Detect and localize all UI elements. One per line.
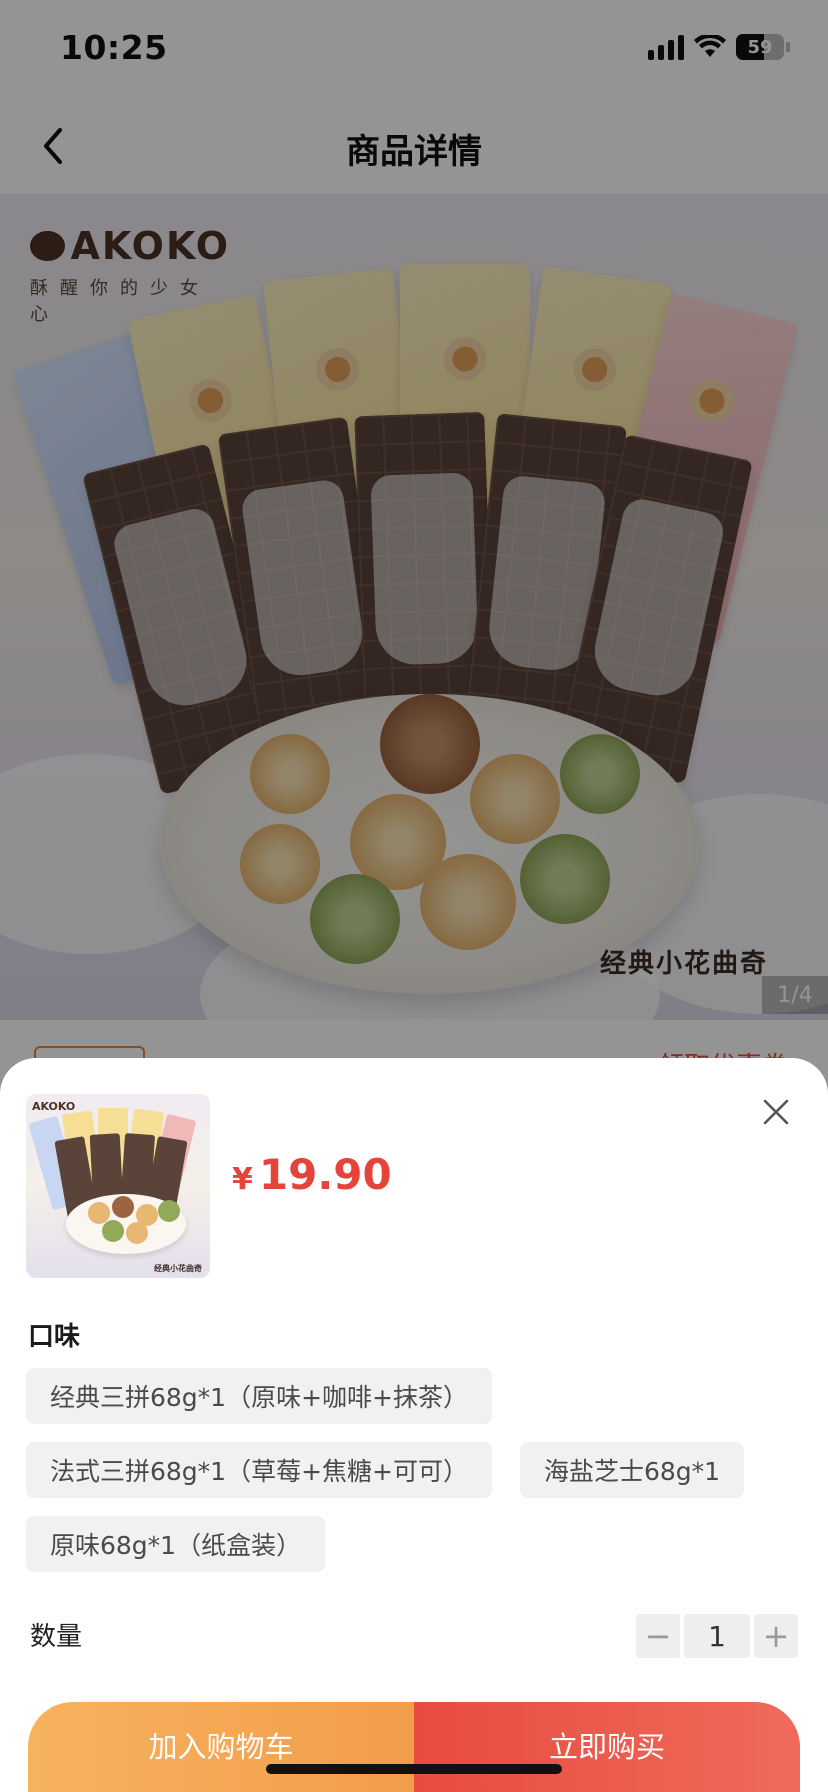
thumbnail-brand: AKOKO xyxy=(32,1100,76,1113)
sku-selection-sheet: AKOKO 经典小花曲奇 ¥ 19.90 口味 经典三拼68g*1（原味+咖啡+… xyxy=(0,1058,828,1792)
action-bar: 加入购物车 立即购买 xyxy=(28,1702,800,1792)
quantity-input[interactable]: 1 xyxy=(684,1614,750,1658)
home-indicator[interactable] xyxy=(266,1764,562,1774)
product-thumbnail: AKOKO 经典小花曲奇 xyxy=(26,1094,210,1278)
price-value: 19.90 xyxy=(258,1150,392,1199)
increase-button[interactable]: + xyxy=(754,1614,798,1658)
price: ¥ 19.90 xyxy=(232,1150,392,1199)
flavor-option[interactable]: 海盐芝士68g*1 xyxy=(520,1442,745,1498)
flavor-option[interactable]: 原味68g*1（纸盒装） xyxy=(26,1516,326,1572)
flavor-label: 口味 xyxy=(28,1322,81,1352)
thumbnail-caption: 经典小花曲奇 xyxy=(154,1264,202,1273)
currency-symbol: ¥ xyxy=(232,1162,253,1197)
product-detail-page: 10:25 59 商品详情 AKOKO 酥醒你的少女心 经典小花曲奇 1/4 A… xyxy=(0,0,828,1792)
flavor-option[interactable]: 经典三拼68g*1（原味+咖啡+抹茶） xyxy=(26,1368,492,1424)
close-icon xyxy=(763,1099,789,1125)
add-to-cart-button[interactable]: 加入购物车 xyxy=(28,1702,414,1792)
decrease-button[interactable]: − xyxy=(636,1614,680,1658)
close-button[interactable] xyxy=(754,1090,798,1134)
flavor-option[interactable]: 法式三拼68g*1（草莓+焦糖+可可） xyxy=(26,1442,492,1498)
quantity-label: 数量 xyxy=(30,1622,83,1652)
quantity-stepper: − 1 + xyxy=(636,1614,798,1658)
buy-now-button[interactable]: 立即购买 xyxy=(414,1702,800,1792)
